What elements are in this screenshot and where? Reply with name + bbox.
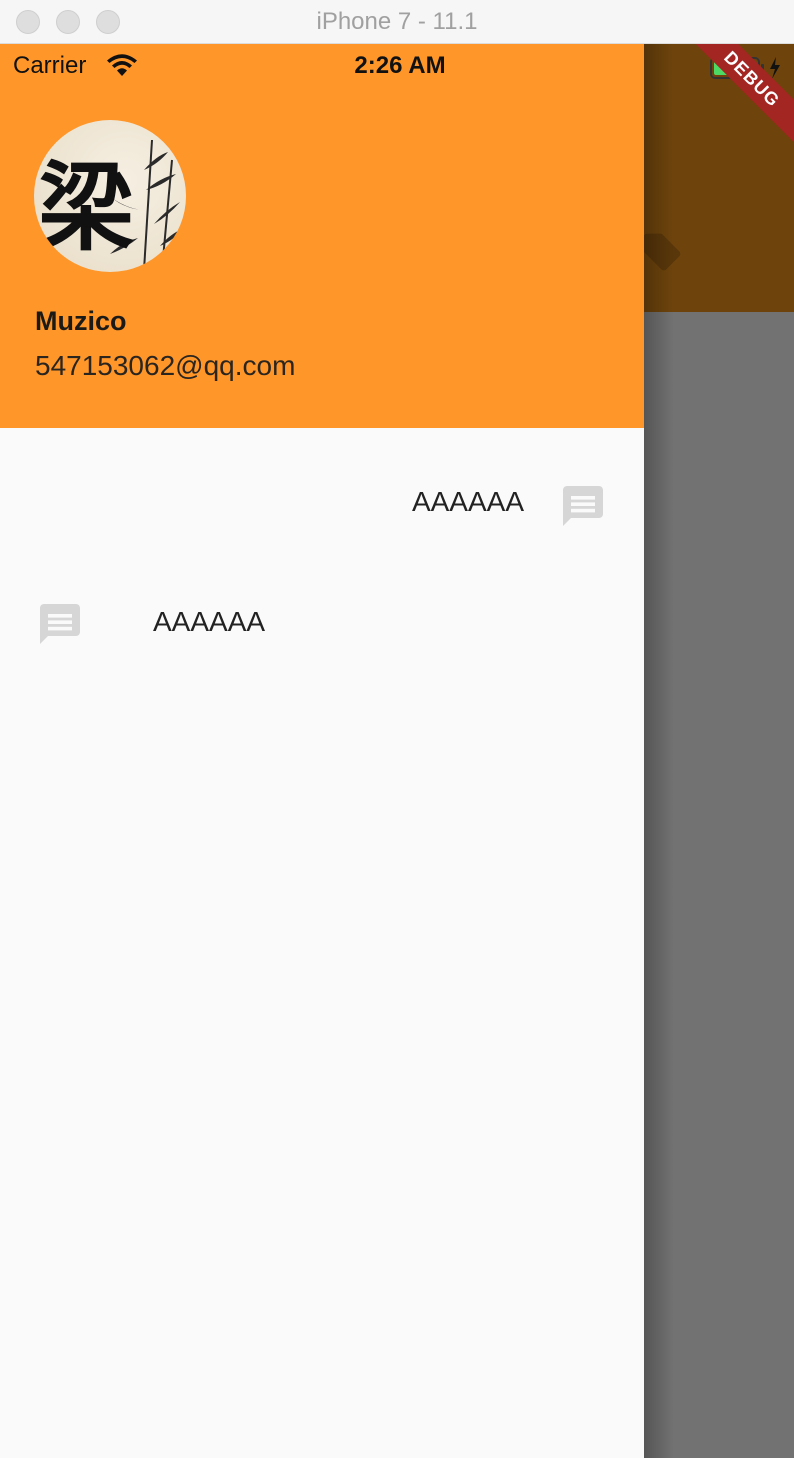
account-name: Muzico [35,306,127,336]
chat-icon [40,604,80,644]
drawer-item-2[interactable]: AAAAAA [0,572,644,672]
status-bar: Carrier 2:26 AM [0,44,794,88]
drawer-item-1[interactable]: AAAAAA [0,452,644,552]
clock: 2:26 AM [354,52,446,79]
simulator-title-bar: iPhone 7 - 11.1 [0,0,794,44]
window-title: iPhone 7 - 11.1 [316,8,478,35]
device-screen: 梁 Muzico 547153062@qq.com AAAAAA AAAAAA [0,44,794,1458]
drawer-item-label: AAAAAA [153,606,266,637]
drawer-item-label: AAAAAA [411,486,524,517]
drawer-shadow [644,44,674,1458]
account-email: 547153062@qq.com [35,350,296,381]
avatar-calligraphy: 梁 [38,151,134,264]
navigation-drawer: 梁 Muzico 547153062@qq.com AAAAAA AAAAAA [0,44,644,1458]
account-avatar[interactable]: 梁 [34,120,186,272]
drawer-header: 梁 Muzico 547153062@qq.com [0,44,644,428]
chat-icon [563,486,603,526]
